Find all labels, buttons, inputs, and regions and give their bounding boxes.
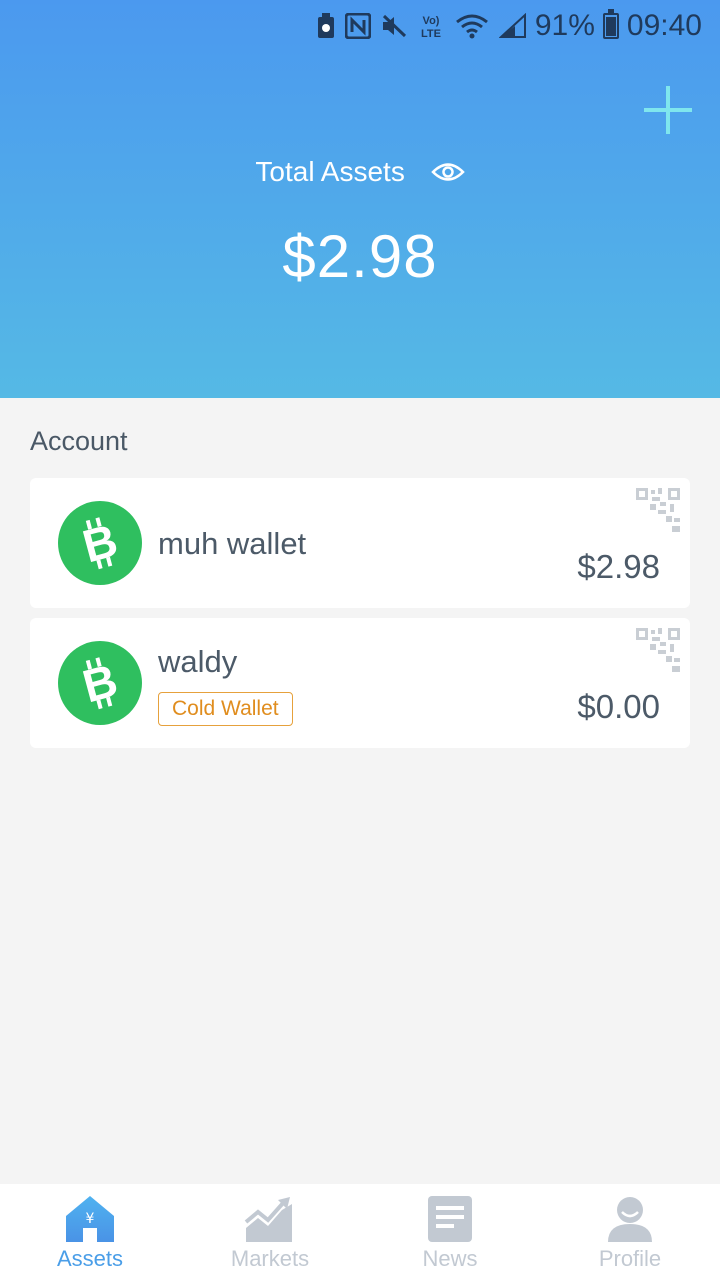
clock: 09:40: [626, 9, 702, 42]
qr-code-icon[interactable]: [636, 488, 680, 532]
mute-icon: [381, 14, 407, 38]
total-assets-label-row: Total Assets: [0, 154, 720, 188]
tab-label: Markets: [230, 1246, 310, 1271]
news-icon: [428, 1196, 472, 1242]
tab-markets[interactable]: Markets: [180, 1184, 360, 1280]
battery-percent: 91%: [534, 9, 595, 42]
tab-profile[interactable]: Profile: [540, 1184, 720, 1280]
total-assets-label: Total Assets: [255, 155, 405, 187]
wallet-name: muh wallet: [158, 526, 307, 561]
status-bar: Vo) LTE 91% 09:40: [0, 0, 720, 52]
add-wallet-button[interactable]: [644, 86, 692, 134]
battery-icon: [602, 9, 619, 39]
tab-label: Assets: [56, 1246, 124, 1271]
wallet-card[interactable]: B waldy Cold Wallet $0.00: [30, 618, 690, 748]
profile-icon: [608, 1197, 652, 1242]
eye-icon[interactable]: [430, 161, 465, 183]
signal-icon: [498, 13, 527, 39]
total-assets-value: $2.98: [282, 223, 438, 290]
wifi-icon: [455, 13, 489, 39]
bitcoin-cash-icon: B: [58, 501, 142, 585]
tab-label: News: [422, 1246, 478, 1271]
qr-code-icon[interactable]: [636, 628, 680, 672]
tab-news[interactable]: News: [360, 1184, 540, 1280]
tab-assets[interactable]: ¥ Assets: [0, 1184, 180, 1280]
sim-alert-icon: [317, 13, 335, 39]
wallet-balance: $0.00: [577, 688, 660, 725]
wallet-name: waldy: [158, 644, 238, 679]
chart-trend-icon: [244, 1197, 292, 1242]
home-icon: ¥: [66, 1196, 114, 1242]
cold-wallet-badge: Cold Wallet: [158, 692, 293, 726]
wallet-balance: $2.98: [577, 548, 660, 585]
svg-text:LTE: LTE: [421, 28, 441, 40]
svg-text:Vo): Vo): [422, 15, 439, 27]
tab-label: Profile: [598, 1246, 662, 1271]
svg-text:¥: ¥: [86, 1211, 95, 1227]
bitcoin-cash-icon: B: [58, 641, 142, 725]
volte-icon: Vo) LTE: [417, 12, 445, 40]
bottom-tab-bar: ¥ Assets Markets News Profile: [0, 1184, 720, 1280]
header: Vo) LTE 91% 09:40 Total Assets $2.98: [0, 0, 720, 398]
account-section-title: Account: [30, 426, 128, 456]
wallet-card[interactable]: B muh wallet $2.98: [30, 478, 690, 608]
nfc-icon: [344, 13, 371, 39]
